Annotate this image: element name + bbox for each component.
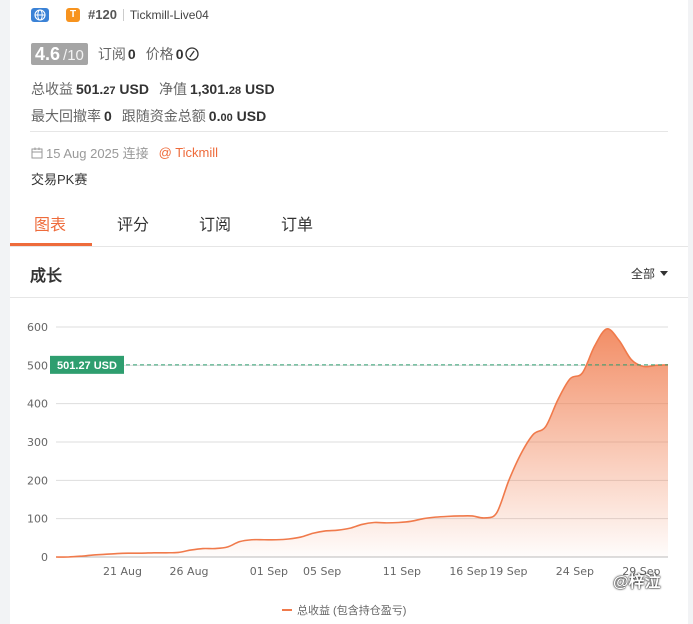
y-tick-label: 200 <box>27 474 48 487</box>
y-tick-label: 100 <box>27 513 48 526</box>
tab-subscribe[interactable]: 订阅 <box>199 211 231 235</box>
x-tick-label: 05 Sep <box>303 565 341 578</box>
section-divider <box>10 297 688 298</box>
broker-badge-icon: T <box>66 7 80 22</box>
strategy-note: 交易PK赛 <box>31 172 88 187</box>
tab-orders[interactable]: 订单 <box>281 211 313 235</box>
subscribe-label: 订阅 <box>97 46 126 62</box>
divider <box>122 8 124 21</box>
subscribe-count: 0 <box>127 46 136 62</box>
total-profit-label: 总收益 <box>31 81 73 97</box>
price-label: 价格 <box>145 46 174 62</box>
max-drawdown-label: 最大回撤率 <box>31 108 101 124</box>
strategy-card: T #120 Tickmill-Live04 4.6 /10 订阅 0 价格 0… <box>10 0 688 624</box>
currency-icon <box>185 47 200 61</box>
drawdown-row: 最大回撤率 0 跟随资金总额 0.00 USD <box>31 106 266 126</box>
x-tick-label: 16 Sep <box>449 565 487 578</box>
profit-row: 总收益 501.27 USD 净值 1,301.28 USD <box>31 79 275 99</box>
divider <box>30 131 668 132</box>
tabs-divider <box>10 246 688 247</box>
range-filter-dropdown[interactable]: 全部 <box>631 265 668 282</box>
chart-legend[interactable]: 总收益 (包含持仓盈亏) <box>282 602 406 618</box>
y-tick-label: 400 <box>27 398 48 411</box>
x-tick-label: 21 Aug <box>103 565 142 578</box>
y-tick-label: 600 <box>27 321 48 334</box>
calendar-icon <box>31 147 43 159</box>
range-filter-label: 全部 <box>630 267 655 281</box>
tab-chart[interactable]: 图表 <box>34 211 66 235</box>
y-tick-label: 0 <box>41 551 48 564</box>
header-row: T #120 Tickmill-Live04 <box>31 7 209 22</box>
x-tick-label: 19 Sep <box>489 565 527 578</box>
legend-swatch <box>282 609 292 611</box>
rating-score: 4.6 /10 <box>31 43 88 65</box>
x-tick-label: 11 Sep <box>383 565 421 578</box>
price-value: 0 <box>175 46 184 62</box>
legend-label: 总收益 (包含持仓盈亏) <box>297 605 407 617</box>
caret-down-icon <box>660 271 668 276</box>
growth-area <box>56 328 668 558</box>
y-tick-label: 500 <box>27 359 48 372</box>
watermark: @梓泣 <box>613 574 661 591</box>
max-drawdown-value: 0 <box>104 108 112 124</box>
x-tick-label: 26 Aug <box>170 565 209 578</box>
x-tick-label: 24 Sep <box>556 565 594 578</box>
total-profit-value: 501.27 USD <box>76 81 149 97</box>
rating-row: 4.6 /10 订阅 0 价格 0 <box>31 43 200 65</box>
rating-score-value: 4.6 <box>35 44 61 64</box>
y-tick-label: 300 <box>27 436 48 449</box>
follow-funds-label: 跟随资金总额 <box>121 108 206 124</box>
net-value-label: 净值 <box>158 81 187 97</box>
reference-label: 501.27 USD <box>57 360 117 372</box>
globe-icon <box>31 7 49 22</box>
section-title: 成长 <box>30 268 63 285</box>
connect-row: 15 Aug 2025 连接 @ Tickmill <box>31 143 218 162</box>
follow-funds-value: 0.00 USD <box>208 108 267 124</box>
broker-link[interactable]: @ Tickmill <box>159 145 218 160</box>
net-value-value: 1,301.28 USD <box>189 81 275 97</box>
tab-rating[interactable]: 评分 <box>117 211 149 235</box>
rank-number: #120 <box>88 7 117 22</box>
growth-chart: 501.27 USD 0 100 200 300 400 500 600 21 Aug 26 A… <box>27 321 669 578</box>
x-tick-label: 01 Sep <box>250 565 288 578</box>
account-name: Tickmill-Live04 <box>129 7 209 22</box>
rating-score-max: /10 <box>63 47 84 64</box>
connect-date: 15 Aug 2025 连接 <box>46 146 149 161</box>
